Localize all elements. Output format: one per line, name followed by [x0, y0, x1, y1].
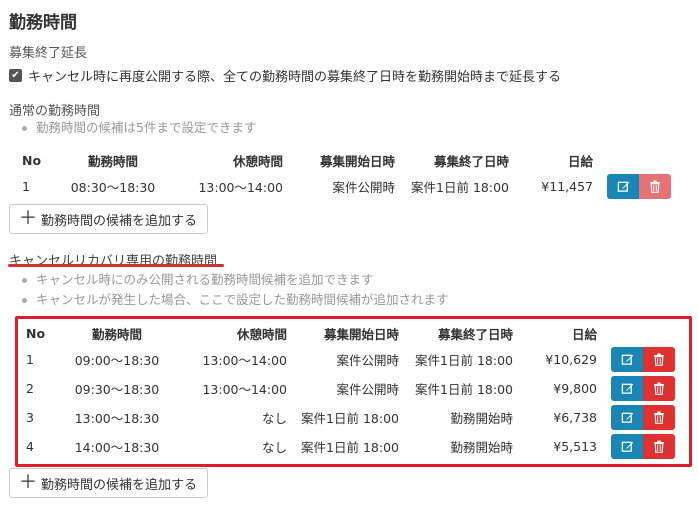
- table-header-row: No 勤務時間 休憩時間 募集開始日時 募集終了日時 日給: [22, 321, 675, 345]
- extension-section-label: 募集終了延長: [9, 46, 88, 61]
- cell-recruit-start: 案件公開時: [336, 353, 399, 368]
- trash-icon: [654, 411, 664, 424]
- cell-break-time: 13:00〜14:00: [198, 180, 283, 195]
- cell-break-time: 13:00〜14:00: [202, 382, 287, 397]
- normal-notes: 勤務時間の候補は5件まで設定できます: [22, 118, 256, 138]
- table-row: 1 09:00〜18:30 13:00〜14:00 案件公開時 案件1日前 18…: [22, 345, 675, 374]
- check-icon[interactable]: ✔: [9, 69, 22, 82]
- header-work-time: 勤務時間: [87, 153, 138, 169]
- header-daily-pay: 日給: [567, 153, 593, 169]
- delete-button[interactable]: [643, 434, 675, 459]
- cell-daily-pay: ¥6,738: [553, 410, 597, 425]
- cell-daily-pay: ¥10,629: [545, 352, 597, 367]
- cell-recruit-end: 案件1日前 18:00: [411, 180, 509, 195]
- cell-recruit-start: 案件1日前 18:00: [301, 411, 399, 426]
- add-normal-time-button[interactable]: ＋ 勤務時間の候補を追加する: [9, 204, 209, 234]
- edit-button[interactable]: [611, 347, 643, 372]
- trash-icon: [654, 353, 664, 366]
- cancel-recovery-notes: キャンセル時にのみ公開される勤務時間候補を追加できます キャンセルが発生した場合…: [22, 270, 449, 310]
- cell-break-time: 13:00〜14:00: [202, 353, 287, 368]
- header-break-time: 休憩時間: [236, 326, 287, 342]
- table-row: 4 14:00〜18:30 なし 案件1日前 18:00 勤務開始時 ¥5,51…: [22, 432, 675, 461]
- cell-recruit-end: 案件1日前 18:00: [415, 382, 513, 397]
- header-break-time: 休憩時間: [232, 153, 283, 169]
- cell-recruit-start: 案件公開時: [336, 382, 399, 397]
- plus-icon: ＋: [19, 208, 37, 229]
- cell-work-time: 14:00〜18:30: [74, 440, 160, 455]
- cell-recruit-end: 案件1日前 18:00: [415, 353, 513, 368]
- edit-icon: [621, 412, 633, 423]
- cell-no: 4: [26, 439, 34, 454]
- edit-button[interactable]: [611, 376, 643, 401]
- edit-icon: [621, 354, 633, 365]
- cell-work-time: 08:30〜18:30: [70, 180, 156, 195]
- header-recruit-end: 募集終了日時: [437, 326, 513, 342]
- trash-icon: [654, 382, 664, 395]
- row-actions: [597, 345, 675, 374]
- cell-recruit-end: 勤務開始時: [450, 411, 513, 426]
- row-actions: [597, 432, 675, 461]
- normal-section-label: 通常の勤務時間: [9, 104, 101, 119]
- table-row: 3 13:00〜18:30 なし 案件1日前 18:00 勤務開始時 ¥6,73…: [22, 403, 675, 432]
- row-actions: [593, 172, 671, 201]
- row-actions: [597, 403, 675, 432]
- cell-daily-pay: ¥5,513: [553, 439, 597, 454]
- header-no: No: [22, 152, 42, 168]
- annotation-underline: [8, 264, 224, 267]
- note-item: 勤務時間の候補は5件まで設定できます: [22, 118, 256, 138]
- cell-no: 2: [26, 381, 34, 396]
- delete-button[interactable]: [643, 347, 675, 372]
- cell-daily-pay: ¥9,800: [553, 381, 597, 396]
- trash-icon: [650, 180, 660, 193]
- header-recruit-start: 募集開始日時: [319, 153, 395, 169]
- table-row: 2 09:30〜18:30 13:00〜14:00 案件公開時 案件1日前 18…: [22, 374, 675, 403]
- edit-button[interactable]: [607, 174, 639, 199]
- cell-no: 1: [26, 352, 34, 367]
- trash-icon: [654, 440, 664, 453]
- page-title: 勤務時間: [9, 13, 77, 33]
- cancel-recovery-table: No 勤務時間 休憩時間 募集開始日時 募集終了日時 日給 1 09:00〜18…: [22, 321, 675, 461]
- extension-checkbox-row[interactable]: ✔ キャンセル時に再度公開する際、全ての勤務時間の募集終了日時を勤務開始時まで延…: [9, 66, 561, 85]
- cell-work-time: 13:00〜18:30: [74, 411, 160, 426]
- edit-button[interactable]: [611, 405, 643, 430]
- normal-work-time-table: No 勤務時間 休憩時間 募集開始日時 募集終了日時 日給 1 08:30〜18…: [18, 148, 671, 201]
- header-daily-pay: 日給: [571, 326, 597, 342]
- table-header-row: No 勤務時間 休憩時間 募集開始日時 募集終了日時 日給: [18, 148, 671, 172]
- work-time-settings: 勤務時間 募集終了延長 ✔ キャンセル時に再度公開する際、全ての勤務時間の募集終…: [0, 0, 698, 507]
- cell-recruit-end: 勤務開始時: [450, 440, 513, 455]
- extension-checkbox-label: キャンセル時に再度公開する際、全ての勤務時間の募集終了日時を勤務開始時まで延長す…: [28, 70, 562, 85]
- header-recruit-start: 募集開始日時: [323, 326, 399, 342]
- cell-no: 3: [26, 410, 34, 425]
- cell-work-time: 09:00〜18:30: [74, 353, 160, 368]
- plus-icon: ＋: [19, 472, 37, 493]
- delete-button[interactable]: [639, 174, 671, 199]
- header-no: No: [26, 325, 46, 341]
- note-item: キャンセル時にのみ公開される勤務時間候補を追加できます: [22, 270, 449, 290]
- note-item: キャンセルが発生した場合、ここで設定した勤務時間候補が追加されます: [22, 290, 449, 310]
- edit-icon: [621, 441, 633, 452]
- edit-button[interactable]: [611, 434, 643, 459]
- header-work-time: 勤務時間: [91, 326, 142, 342]
- cell-break-time: なし: [261, 411, 287, 426]
- edit-icon: [617, 181, 629, 192]
- cell-recruit-start: 案件公開時: [332, 180, 395, 195]
- delete-button[interactable]: [643, 405, 675, 430]
- cell-daily-pay: ¥11,457: [541, 179, 593, 194]
- cell-break-time: なし: [261, 440, 287, 455]
- edit-icon: [621, 383, 633, 394]
- delete-button[interactable]: [643, 376, 675, 401]
- cell-work-time: 09:30〜18:30: [74, 382, 160, 397]
- add-cancel-recovery-time-button[interactable]: ＋ 勤務時間の候補を追加する: [9, 468, 209, 498]
- row-actions: [597, 374, 675, 403]
- header-recruit-end: 募集終了日時: [433, 153, 509, 169]
- table-row: 1 08:30〜18:30 13:00〜14:00 案件公開時 案件1日前 18…: [18, 172, 671, 201]
- cell-recruit-start: 案件1日前 18:00: [301, 440, 399, 455]
- cell-no: 1: [22, 179, 30, 194]
